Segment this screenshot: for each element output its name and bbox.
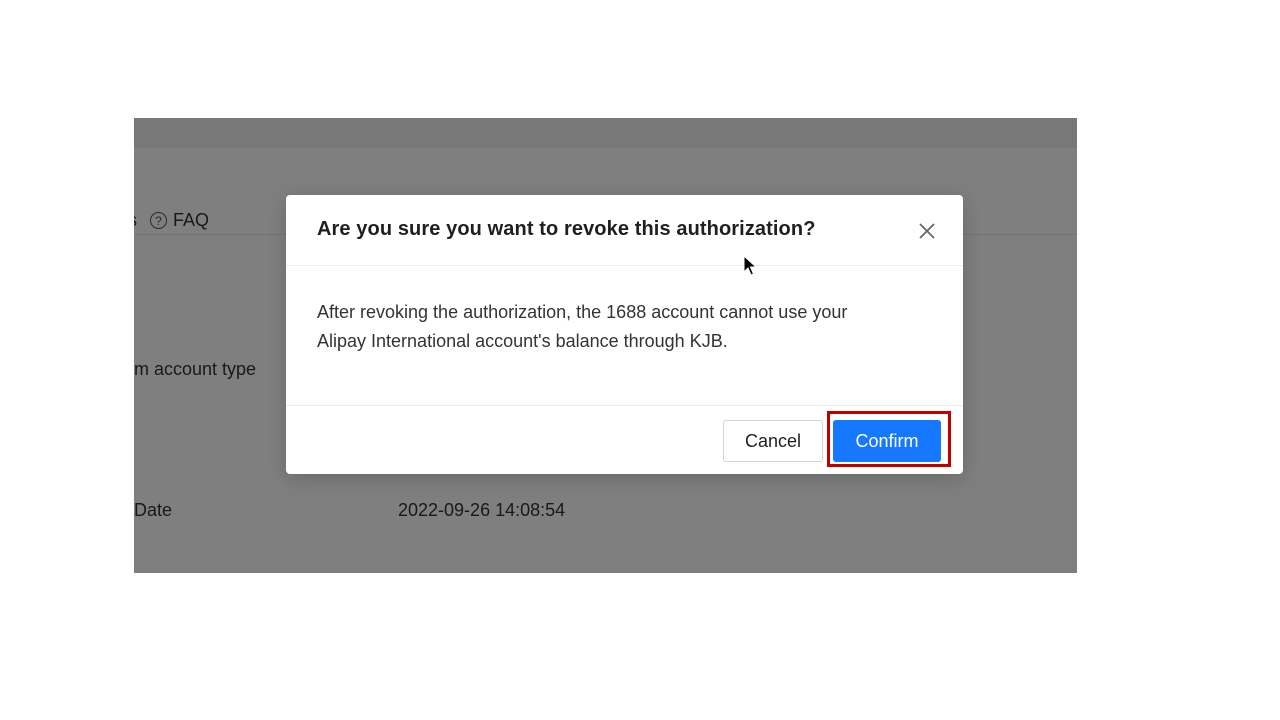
- dialog-footer: Cancel Confirm: [286, 405, 963, 475]
- confirm-button[interactable]: Confirm: [833, 420, 941, 462]
- mouse-cursor-icon: [743, 255, 757, 276]
- dialog-title: Are you sure you want to revoke this aut…: [317, 218, 816, 240]
- dialog-header: Are you sure you want to revoke this aut…: [286, 195, 963, 266]
- dialog-message: After revoking the authorization, the 16…: [317, 298, 927, 356]
- revoke-authorization-dialog: Are you sure you want to revoke this aut…: [286, 195, 963, 474]
- close-icon[interactable]: [917, 221, 937, 241]
- cancel-button[interactable]: Cancel: [723, 420, 823, 462]
- dialog-message-line-2: Alipay International account's balance t…: [317, 331, 728, 351]
- dialog-message-line-1: After revoking the authorization, the 16…: [317, 302, 848, 322]
- stage: s ? FAQ m account type Date 2022-09-26 1…: [0, 0, 1280, 720]
